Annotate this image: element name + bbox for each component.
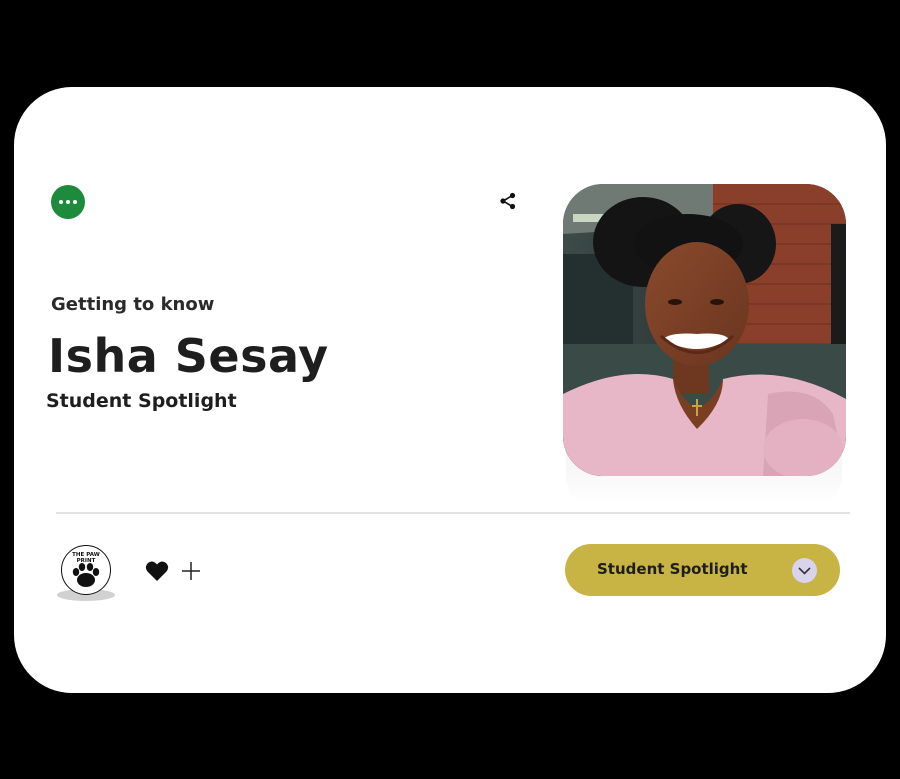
more-icon-dot xyxy=(73,200,77,204)
page-title: Isha Sesay xyxy=(48,329,329,383)
more-options-button[interactable] xyxy=(51,185,85,219)
more-icon xyxy=(59,200,63,204)
eyebrow-text: Getting to know xyxy=(51,294,215,315)
student-photo-illustration xyxy=(563,184,846,476)
student-photo xyxy=(563,184,846,476)
publication-logo: THE PAW PRINT xyxy=(61,545,111,595)
paw-icon xyxy=(72,563,100,587)
category-label: Student Spotlight xyxy=(597,560,748,578)
subtitle-text: Student Spotlight xyxy=(46,390,237,412)
expand-button[interactable] xyxy=(792,558,817,583)
more-icon-dot xyxy=(66,200,70,204)
chevron-down-icon xyxy=(798,567,811,575)
publication-logo-wrap[interactable]: THE PAW PRINT xyxy=(57,543,115,601)
share-icon[interactable] xyxy=(499,192,517,210)
story-card: Getting to know Isha Sesay Student Spotl… xyxy=(14,87,886,693)
plus-icon[interactable] xyxy=(181,561,201,581)
divider xyxy=(56,512,850,514)
heart-icon[interactable] xyxy=(145,560,169,582)
category-dropdown[interactable]: Student Spotlight xyxy=(565,544,840,596)
